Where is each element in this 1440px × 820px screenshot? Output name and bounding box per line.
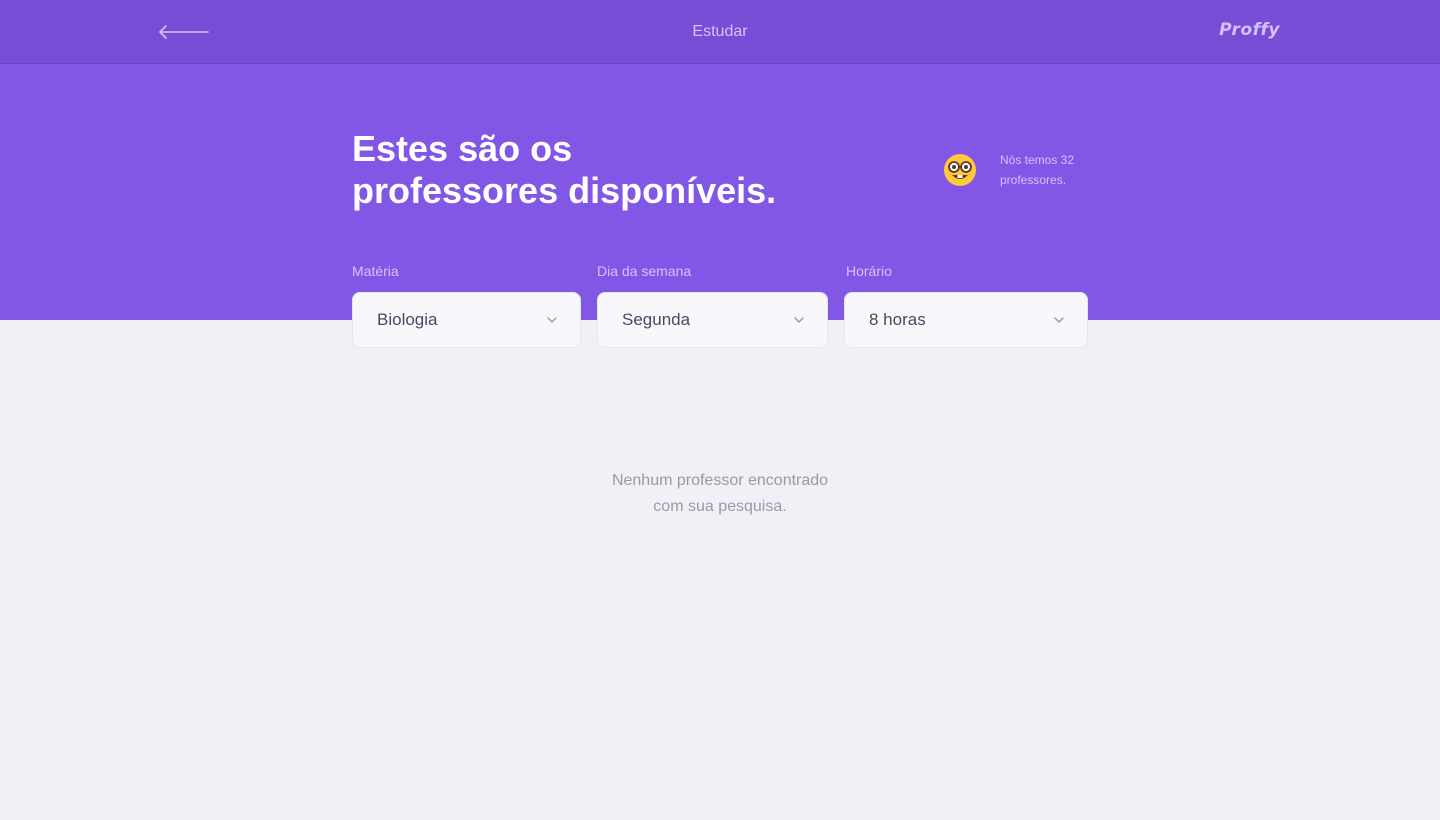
page-title: Estes são os professores disponíveis. (352, 128, 852, 212)
teacher-count-line1: Nós temos 32 (1000, 153, 1075, 167)
page-title-line1: Estes são os (352, 128, 573, 169)
back-button[interactable] (156, 20, 214, 44)
chevron-down-icon (1054, 317, 1064, 323)
subject-select-value: Biologia (377, 310, 438, 329)
top-bar: Estudar Proffy (0, 0, 1440, 64)
arrow-left-icon (159, 25, 209, 39)
time-select-value: 8 horas (869, 310, 926, 329)
time-select[interactable]: 8 horas (844, 292, 1088, 348)
empty-results-line2: com sua pesquisa. (653, 498, 787, 515)
brand-logo[interactable]: Proffy (1219, 20, 1280, 40)
weekday-select[interactable]: Segunda (597, 292, 828, 348)
teacher-count: Nós temos 32 professores. (1000, 150, 1110, 190)
subject-label: Matéria (352, 263, 399, 279)
empty-results-line1: Nenhum professor encontrado (611, 472, 829, 489)
time-label: Horário (846, 263, 892, 279)
empty-results-message: Nenhum professor encontrado com sua pesq… (520, 468, 920, 520)
nerd-face-icon (943, 153, 977, 187)
page-title-line2: professores disponíveis. (352, 170, 777, 211)
teacher-count-line2: professores. (1000, 173, 1067, 187)
chevron-down-icon (794, 317, 804, 323)
subject-select[interactable]: Biologia (352, 292, 581, 348)
chevron-down-icon (547, 317, 557, 323)
weekday-select-value: Segunda (622, 310, 691, 329)
weekday-label: Dia da semana (597, 263, 692, 279)
